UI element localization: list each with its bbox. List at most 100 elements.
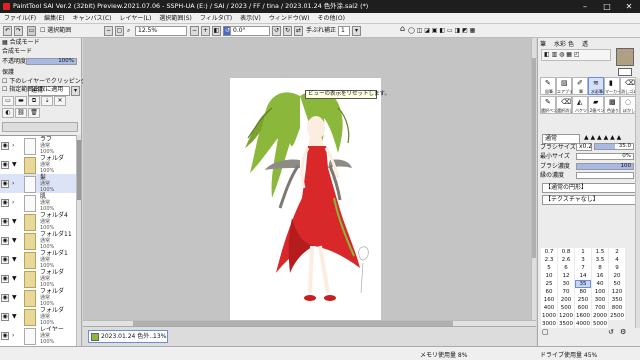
- brush-slot[interactable]: ✎ 選択ペン: [540, 96, 557, 114]
- close-button[interactable]: ✕: [618, 0, 640, 13]
- link-icon[interactable]: ⛓: [15, 108, 27, 118]
- color-tab[interactable]: 透: [582, 39, 588, 48]
- brush-size-preset[interactable]: 800: [609, 304, 625, 312]
- rotate-right-button[interactable]: ↻: [283, 26, 292, 36]
- zoom-out-icon[interactable]: −: [104, 26, 113, 36]
- brush-size-preset[interactable]: 1200: [558, 312, 574, 320]
- mask-icon[interactable]: ◐: [2, 108, 14, 118]
- minimize-button[interactable]: –: [574, 0, 596, 13]
- brush-size-preset[interactable]: 500: [558, 304, 574, 312]
- brush-size-preset[interactable]: 2.6: [558, 256, 574, 264]
- brush-size-slider[interactable]: 35.0: [594, 143, 634, 150]
- bell-icon[interactable]: ⌂: [400, 24, 405, 34]
- visibility-eye-icon[interactable]: ◉: [1, 218, 9, 226]
- merge-layer-icon[interactable]: ⇣: [41, 96, 53, 106]
- brush-tip-shapes[interactable]: ▲ ▲ ▲ ▲ ▲ ▲: [584, 134, 621, 141]
- density-slider[interactable]: 100: [576, 163, 634, 170]
- layer-row[interactable]: ◉ › レイヤー 通常 100%: [0, 326, 78, 346]
- brush-size-preset[interactable]: 1000: [541, 312, 557, 320]
- color-tab[interactable]: 筆: [540, 39, 546, 48]
- brush-size-preset[interactable]: 400: [541, 304, 557, 312]
- deselect-icon[interactable]: ▭: [27, 26, 36, 36]
- visibility-eye-icon[interactable]: ◉: [1, 294, 9, 302]
- new-layer-icon[interactable]: ▭: [2, 96, 14, 106]
- visibility-eye-icon[interactable]: ◉: [1, 332, 9, 340]
- brush-slot[interactable]: ◭ バケツ: [572, 96, 588, 114]
- brush-size-preset[interactable]: 6: [558, 264, 574, 272]
- tool-panel-scrollbar[interactable]: [635, 78, 640, 328]
- menu-item[interactable]: フィルタ(T): [196, 13, 236, 24]
- visibility-eye-icon[interactable]: ◉: [1, 161, 9, 169]
- brush-size-preset[interactable]: 3000: [541, 320, 557, 328]
- menu-item[interactable]: ウィンドウ(W): [265, 13, 314, 24]
- brush-size-preset[interactable]: 60: [541, 288, 557, 296]
- visibility-eye-icon[interactable]: ◉: [1, 180, 9, 188]
- flip-button[interactable]: ⇄: [294, 26, 303, 36]
- brush-size-preset[interactable]: 16: [592, 272, 608, 280]
- brush-slot[interactable]: ◌ ぼかし: [620, 96, 636, 114]
- brush-blend-select[interactable]: 通常: [542, 134, 580, 144]
- brush-size-preset[interactable]: 0.7: [541, 248, 557, 256]
- brush-size-preset[interactable]: 100: [592, 288, 608, 296]
- brush-size-preset[interactable]: 120: [609, 288, 625, 296]
- brush-slot[interactable]: ⌫ 消しゴム: [620, 77, 637, 95]
- brush-size-preset[interactable]: 9: [609, 264, 625, 272]
- menu-item[interactable]: 表示(V): [236, 13, 265, 24]
- folder-toggle-icon[interactable]: ▼: [12, 161, 17, 168]
- ref-checkbox[interactable]: ☐ 指定範囲出取に適用: [2, 86, 63, 94]
- opacity-slider[interactable]: 100%: [26, 58, 77, 65]
- brush-size-preset[interactable]: 35: [575, 280, 591, 288]
- brush-size-preset[interactable]: 25: [541, 280, 557, 288]
- brush-size-preset[interactable]: 7: [575, 264, 591, 272]
- zoom-fit-icon[interactable]: ▢: [115, 26, 124, 36]
- menu-item[interactable]: ファイル(F): [0, 13, 40, 24]
- redo-icon[interactable]: ↷: [14, 26, 23, 36]
- folder-toggle-icon[interactable]: ▼: [12, 256, 17, 263]
- angle-input[interactable]: 0.0°: [230, 26, 270, 36]
- visibility-eye-icon[interactable]: ◉: [1, 237, 9, 245]
- stabilizer-select[interactable]: 1: [338, 26, 350, 36]
- zoom-reset-button[interactable]: ◧: [212, 26, 221, 36]
- folder-toggle-icon[interactable]: ▼: [12, 218, 17, 225]
- brush-size-preset[interactable]: 2500: [609, 312, 625, 320]
- brush-slot[interactable]: ✎ 鉛筆: [540, 77, 556, 95]
- rotate-left-button[interactable]: ↺: [272, 26, 281, 36]
- folder-toggle-icon[interactable]: ▼: [12, 275, 17, 282]
- view-options-icons[interactable]: ◯ ◫ ◪ ▣ ◧ ▭ ◨ ◩ ▦: [408, 26, 475, 36]
- brush-slot[interactable]: ✐ 筆: [572, 77, 588, 95]
- brush-slot[interactable]: ▩ 色塗り: [604, 96, 620, 114]
- min-size-slider[interactable]: 0%: [576, 153, 634, 160]
- brush-size-preset[interactable]: 350: [609, 296, 625, 304]
- sub-color-swatch[interactable]: [618, 68, 632, 76]
- brush-slot[interactable]: ▮ マーカー: [604, 77, 621, 95]
- color-tab[interactable]: 水彩: [554, 39, 566, 48]
- folder-toggle-icon[interactable]: ▼: [12, 237, 17, 244]
- canvas-paper[interactable]: [230, 78, 381, 326]
- brush-texture-select[interactable]: 【テクスチャなし】: [542, 195, 636, 205]
- color-tab[interactable]: 色: [568, 39, 574, 48]
- brush-size-preset[interactable]: 2000: [592, 312, 608, 320]
- color-mode-icons[interactable]: ◧ ▥ ◍ ▦ ◰: [541, 49, 611, 61]
- brush-size-preset[interactable]: 250: [575, 296, 591, 304]
- visibility-eye-icon[interactable]: ◉: [1, 313, 9, 321]
- brush-size-preset[interactable]: 700: [592, 304, 608, 312]
- brush-size-preset[interactable]: 8: [592, 264, 608, 272]
- visibility-eye-icon[interactable]: ◉: [1, 275, 9, 283]
- eraser-mode-icon[interactable]: ▢: [542, 328, 549, 336]
- brush-slot[interactable]: ≋ 水彩筆: [588, 77, 604, 95]
- brush-size-preset[interactable]: 5000: [592, 320, 608, 328]
- brush-size-preset[interactable]: 4000: [575, 320, 591, 328]
- selection-display-checkbox[interactable]: ☐ 選択範囲: [40, 26, 71, 36]
- undo-icon[interactable]: ↶: [3, 26, 12, 36]
- brush-size-preset[interactable]: 70: [558, 288, 574, 296]
- brush-slot[interactable]: ▨ エアブラシ: [556, 77, 573, 95]
- brush-size-preset[interactable]: 40: [592, 280, 608, 288]
- zoom-input[interactable]: 12.5%: [135, 26, 187, 36]
- brush-size-preset[interactable]: 10: [541, 272, 557, 280]
- brush-size-preset[interactable]: 0.8: [558, 248, 574, 256]
- new-folder-icon[interactable]: ▬: [15, 96, 27, 106]
- menu-item[interactable]: キャンバス(C): [69, 13, 116, 24]
- menu-item[interactable]: 編集(E): [40, 13, 68, 24]
- brush-size-preset[interactable]: 14: [575, 272, 591, 280]
- blend-mode-dropdown-icon[interactable]: ▾: [71, 86, 80, 96]
